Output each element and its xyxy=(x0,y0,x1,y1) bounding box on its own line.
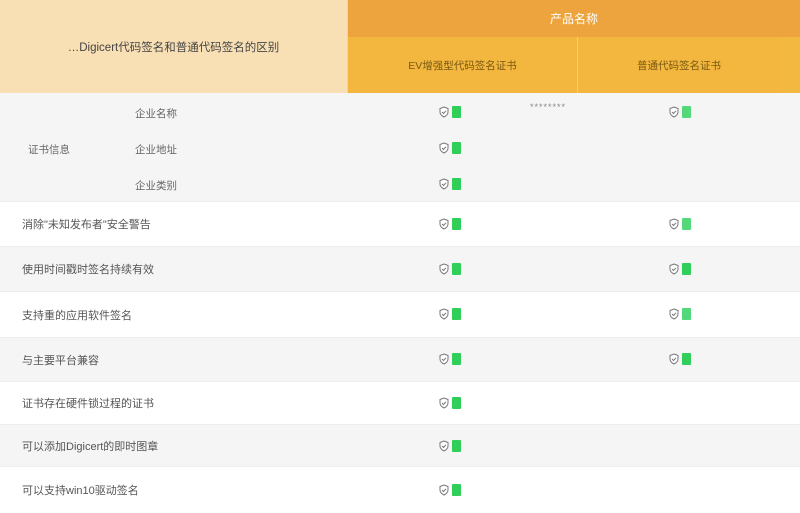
shield-check-icon xyxy=(439,397,449,409)
shield-check-icon xyxy=(439,484,449,496)
ev-check xyxy=(438,352,464,366)
check-bar xyxy=(452,484,461,496)
check-bar xyxy=(452,353,461,365)
shield-check-icon xyxy=(439,440,449,452)
check-bar xyxy=(682,308,691,320)
feature-label: 证书存在硬件锁过程的证书 xyxy=(22,398,154,410)
check-bar xyxy=(452,178,461,190)
table-row: 可以支持win10驱动签名 xyxy=(0,467,800,513)
company-address-label: 企业地址 xyxy=(135,144,177,156)
feature-label: 与主要平台兼容 xyxy=(22,354,99,367)
column-header-standard: 普通代码签名证书 xyxy=(578,37,780,93)
check-bar xyxy=(452,308,461,320)
column-label-standard: 普通代码签名证书 xyxy=(637,59,721,72)
company-type-label: 企业类别 xyxy=(135,180,177,192)
check-bar xyxy=(682,218,691,230)
column-header-ev: EV增强型代码签名证书 xyxy=(348,37,578,93)
feature-label: 支持重的应用软件签名 xyxy=(22,309,132,322)
check-bar xyxy=(452,218,461,230)
shield-check-icon xyxy=(439,142,449,154)
standard-check xyxy=(668,262,694,276)
shield-check-icon xyxy=(669,308,679,320)
ev-check xyxy=(438,439,464,453)
check-bar xyxy=(682,263,691,275)
masked-value: ******** xyxy=(530,102,567,112)
ev-check xyxy=(438,217,464,231)
column-header-extra xyxy=(780,37,800,93)
table-row: 支持重的应用软件签名 xyxy=(0,292,800,338)
comparison-title: …Digicert代码签名和普通代码签名的区别 xyxy=(67,41,280,54)
ev-check xyxy=(438,396,464,410)
product-name-header: 产品名称 xyxy=(348,0,800,37)
standard-company-name-check xyxy=(668,105,694,119)
shield-check-icon xyxy=(439,353,449,365)
table-row: 证书存在硬件锁过程的证书 xyxy=(0,382,800,425)
ev-company-address-check xyxy=(438,141,464,155)
shield-check-icon xyxy=(669,218,679,230)
ev-check xyxy=(438,483,464,497)
shield-check-icon xyxy=(439,263,449,275)
ev-company-name-check xyxy=(438,105,464,119)
feature-label: 可以添加Digicert的即时图章 xyxy=(22,440,159,453)
check-bar xyxy=(452,142,461,154)
standard-check xyxy=(668,307,694,321)
table-header-left: …Digicert代码签名和普通代码签名的区别 xyxy=(0,0,348,93)
table-row: 使用时间戳时签名持续有效 xyxy=(0,247,800,292)
shield-check-icon xyxy=(669,353,679,365)
check-bar xyxy=(682,106,691,118)
company-name-label: 企业名称 xyxy=(135,108,177,120)
column-label-ev: EV增强型代码签名证书 xyxy=(408,59,517,72)
cert-info-row: 证书信息 企业名称 企业地址 企业类别 xyxy=(0,93,800,202)
check-bar xyxy=(452,106,461,118)
shield-check-icon xyxy=(439,308,449,320)
ev-company-type-check xyxy=(438,177,464,191)
check-bar xyxy=(682,353,691,365)
feature-label: 可以支持win10驱动签名 xyxy=(22,485,139,497)
standard-check xyxy=(668,352,694,366)
check-bar xyxy=(452,397,461,409)
ev-check xyxy=(438,307,464,321)
standard-check xyxy=(668,217,694,231)
feature-label: 消除"未知发布者"安全警告 xyxy=(22,219,151,231)
table-row: 消除"未知发布者"安全警告 xyxy=(0,202,800,247)
check-bar xyxy=(452,440,461,452)
product-name-label: 产品名称 xyxy=(549,12,598,26)
feature-label: 使用时间戳时签名持续有效 xyxy=(22,264,154,276)
table-row: 与主要平台兼容 xyxy=(0,338,800,382)
shield-check-icon xyxy=(669,106,679,118)
shield-check-icon xyxy=(669,263,679,275)
shield-check-icon xyxy=(439,106,449,118)
shield-check-icon xyxy=(439,218,449,230)
shield-check-icon xyxy=(439,178,449,190)
ev-check xyxy=(438,262,464,276)
table-row: 可以添加Digicert的即时图章 xyxy=(0,425,800,467)
check-bar xyxy=(452,263,461,275)
cert-info-group-label: 证书信息 xyxy=(28,144,70,156)
